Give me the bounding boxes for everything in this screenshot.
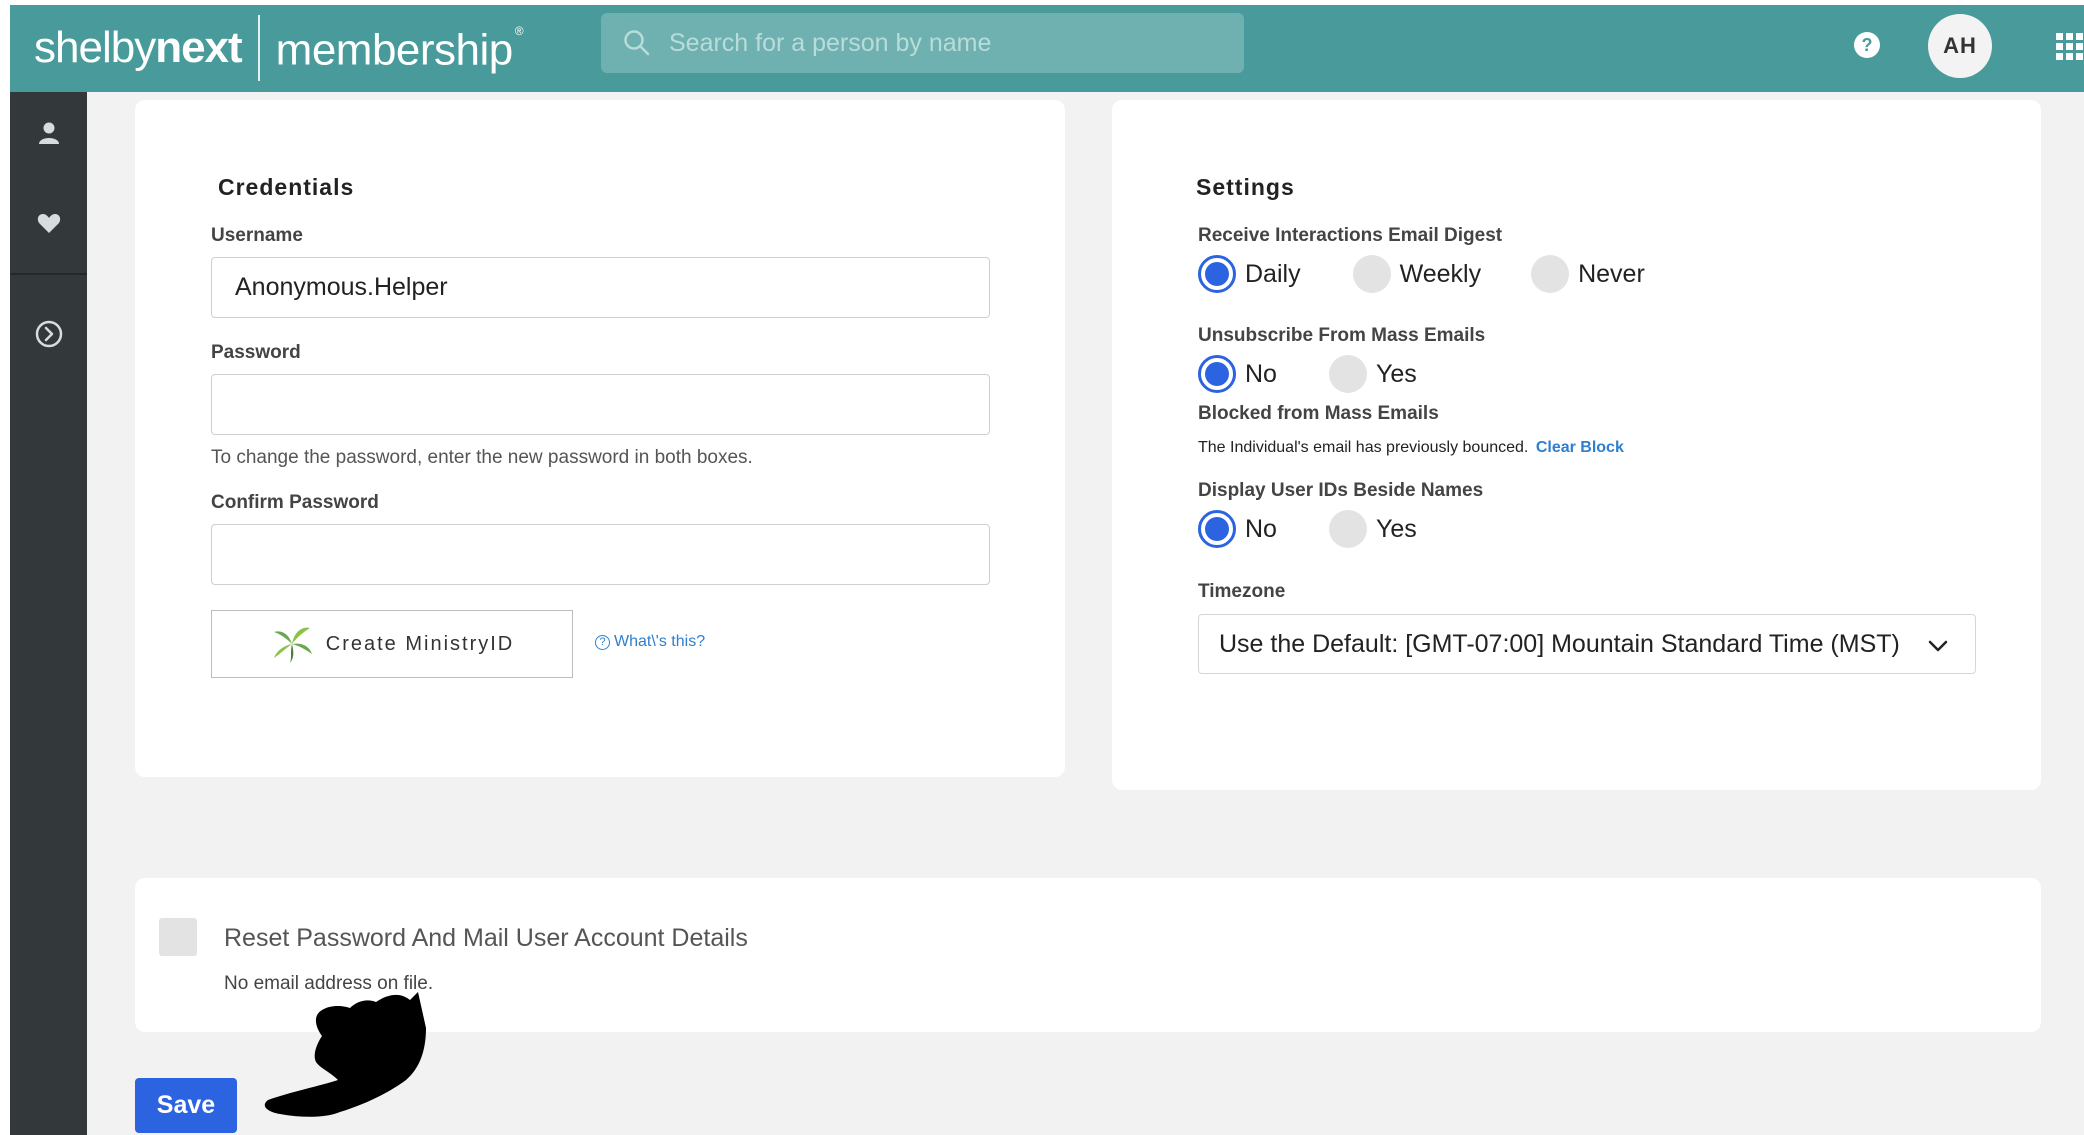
pointing-hand-icon: [264, 992, 426, 1117]
person-icon: [38, 122, 59, 144]
confirm-password-input[interactable]: [211, 524, 990, 585]
expand-circle-icon: [35, 320, 62, 348]
question-circle-icon: ?: [595, 634, 610, 650]
timezone-label: Timezone: [1198, 581, 1286, 602]
rail-divider: [10, 273, 87, 275]
radio-label-never: Never: [1578, 259, 1645, 288]
digest-option-daily[interactable]: Daily: [1198, 255, 1301, 293]
blocked-text: The Individual's email has previously bo…: [1198, 439, 1529, 456]
radio-user-ids-yes[interactable]: [1328, 510, 1367, 548]
left-rail: [10, 92, 87, 1135]
logo-product: membership ®: [275, 24, 524, 75]
confirm-password-label: Confirm Password: [211, 492, 379, 513]
credentials-title: Credentials: [218, 174, 355, 200]
password-input[interactable]: [211, 374, 990, 435]
rail-item-giving[interactable]: [10, 188, 87, 258]
radio-unsubscribe-yes[interactable]: [1328, 355, 1367, 393]
radio-daily[interactable]: [1198, 255, 1236, 293]
create-ministryid-button[interactable]: Create MinistryID: [211, 610, 573, 678]
top-bar: shelbynext membership® ? AH: [10, 5, 2084, 92]
digest-radio-group: Daily Weekly Never: [1198, 255, 1645, 293]
chevron-down-icon: [1928, 640, 1948, 652]
user-ids-option-no[interactable]: No: [1198, 510, 1277, 548]
username-input[interactable]: [211, 257, 990, 318]
blocked-message: The Individual's email has previously bo…: [1198, 439, 1624, 457]
digest-option-never[interactable]: Never: [1531, 255, 1645, 293]
credentials-card: Credentials Username Password To change …: [135, 100, 1065, 777]
search-icon: [624, 30, 650, 56]
help-icon[interactable]: ?: [1853, 31, 1881, 59]
digest-label: Receive Interactions Email Digest: [1198, 225, 1503, 246]
radio-label-daily: Daily: [1245, 259, 1301, 288]
clear-block-link[interactable]: Clear Block: [1536, 439, 1624, 456]
app-frame: shelbynext membership® ? AH: [10, 5, 2084, 1135]
rail-item-people[interactable]: [10, 98, 87, 168]
logo-brand: shelbynext: [34, 23, 243, 72]
reset-password-label[interactable]: Reset Password And Mail User Account Det…: [224, 924, 748, 953]
timezone-value: Use the Default: [GMT-07:00] Mountain St…: [1219, 629, 1900, 658]
radio-label-weekly: Weekly: [1399, 259, 1482, 288]
rail-expand-toggle[interactable]: [10, 299, 87, 369]
blocked-label: Blocked from Mass Emails: [1198, 403, 1439, 424]
radio-user-ids-no[interactable]: [1198, 510, 1236, 548]
reset-password-checkbox[interactable]: [159, 918, 197, 956]
save-button[interactable]: Save: [135, 1078, 237, 1133]
app-logo[interactable]: shelbynext membership ®: [34, 15, 524, 81]
whats-this-label: What\'s this?: [614, 633, 706, 650]
radio-label-user-ids-no: No: [1245, 514, 1277, 543]
user-avatar[interactable]: AH: [1928, 14, 1992, 78]
unsubscribe-label: Unsubscribe From Mass Emails: [1198, 325, 1486, 346]
user-ids-radio-group: No Yes: [1198, 510, 1417, 548]
settings-title: Settings: [1196, 174, 1295, 200]
whats-this-link[interactable]: ? What\'s this?: [595, 633, 705, 651]
heart-icon: [37, 214, 60, 233]
user-ids-label: Display User IDs Beside Names: [1198, 480, 1484, 501]
password-help-text: To change the password, enter the new pa…: [211, 447, 753, 468]
password-label: Password: [211, 342, 301, 363]
digest-option-weekly[interactable]: Weekly: [1352, 255, 1482, 293]
username-label: Username: [211, 225, 303, 246]
apps-grid-icon[interactable]: [2054, 31, 2084, 61]
radio-unsubscribe-no[interactable]: [1198, 355, 1236, 393]
svg-text:?: ?: [1862, 35, 1873, 55]
radio-label-unsubscribe-no: No: [1245, 359, 1277, 388]
ministryid-logo-icon: [273, 627, 312, 663]
timezone-select[interactable]: Use the Default: [GMT-07:00] Mountain St…: [1198, 614, 1976, 674]
user-ids-option-yes[interactable]: Yes: [1328, 510, 1417, 548]
create-ministryid-label: Create MinistryID: [325, 632, 515, 655]
unsubscribe-radio-group: No Yes: [1198, 355, 1417, 393]
search-input[interactable]: [669, 28, 1229, 58]
radio-label-user-ids-yes: Yes: [1375, 514, 1417, 543]
logo-divider: [257, 15, 260, 81]
unsubscribe-option-no[interactable]: No: [1198, 355, 1277, 393]
settings-card: Settings Receive Interactions Email Dige…: [1112, 100, 2041, 790]
radio-never[interactable]: [1531, 255, 1570, 293]
unsubscribe-option-yes[interactable]: Yes: [1328, 355, 1417, 393]
radio-label-unsubscribe-yes: Yes: [1375, 359, 1417, 388]
person-search: [601, 13, 1244, 73]
radio-weekly[interactable]: [1352, 255, 1391, 293]
